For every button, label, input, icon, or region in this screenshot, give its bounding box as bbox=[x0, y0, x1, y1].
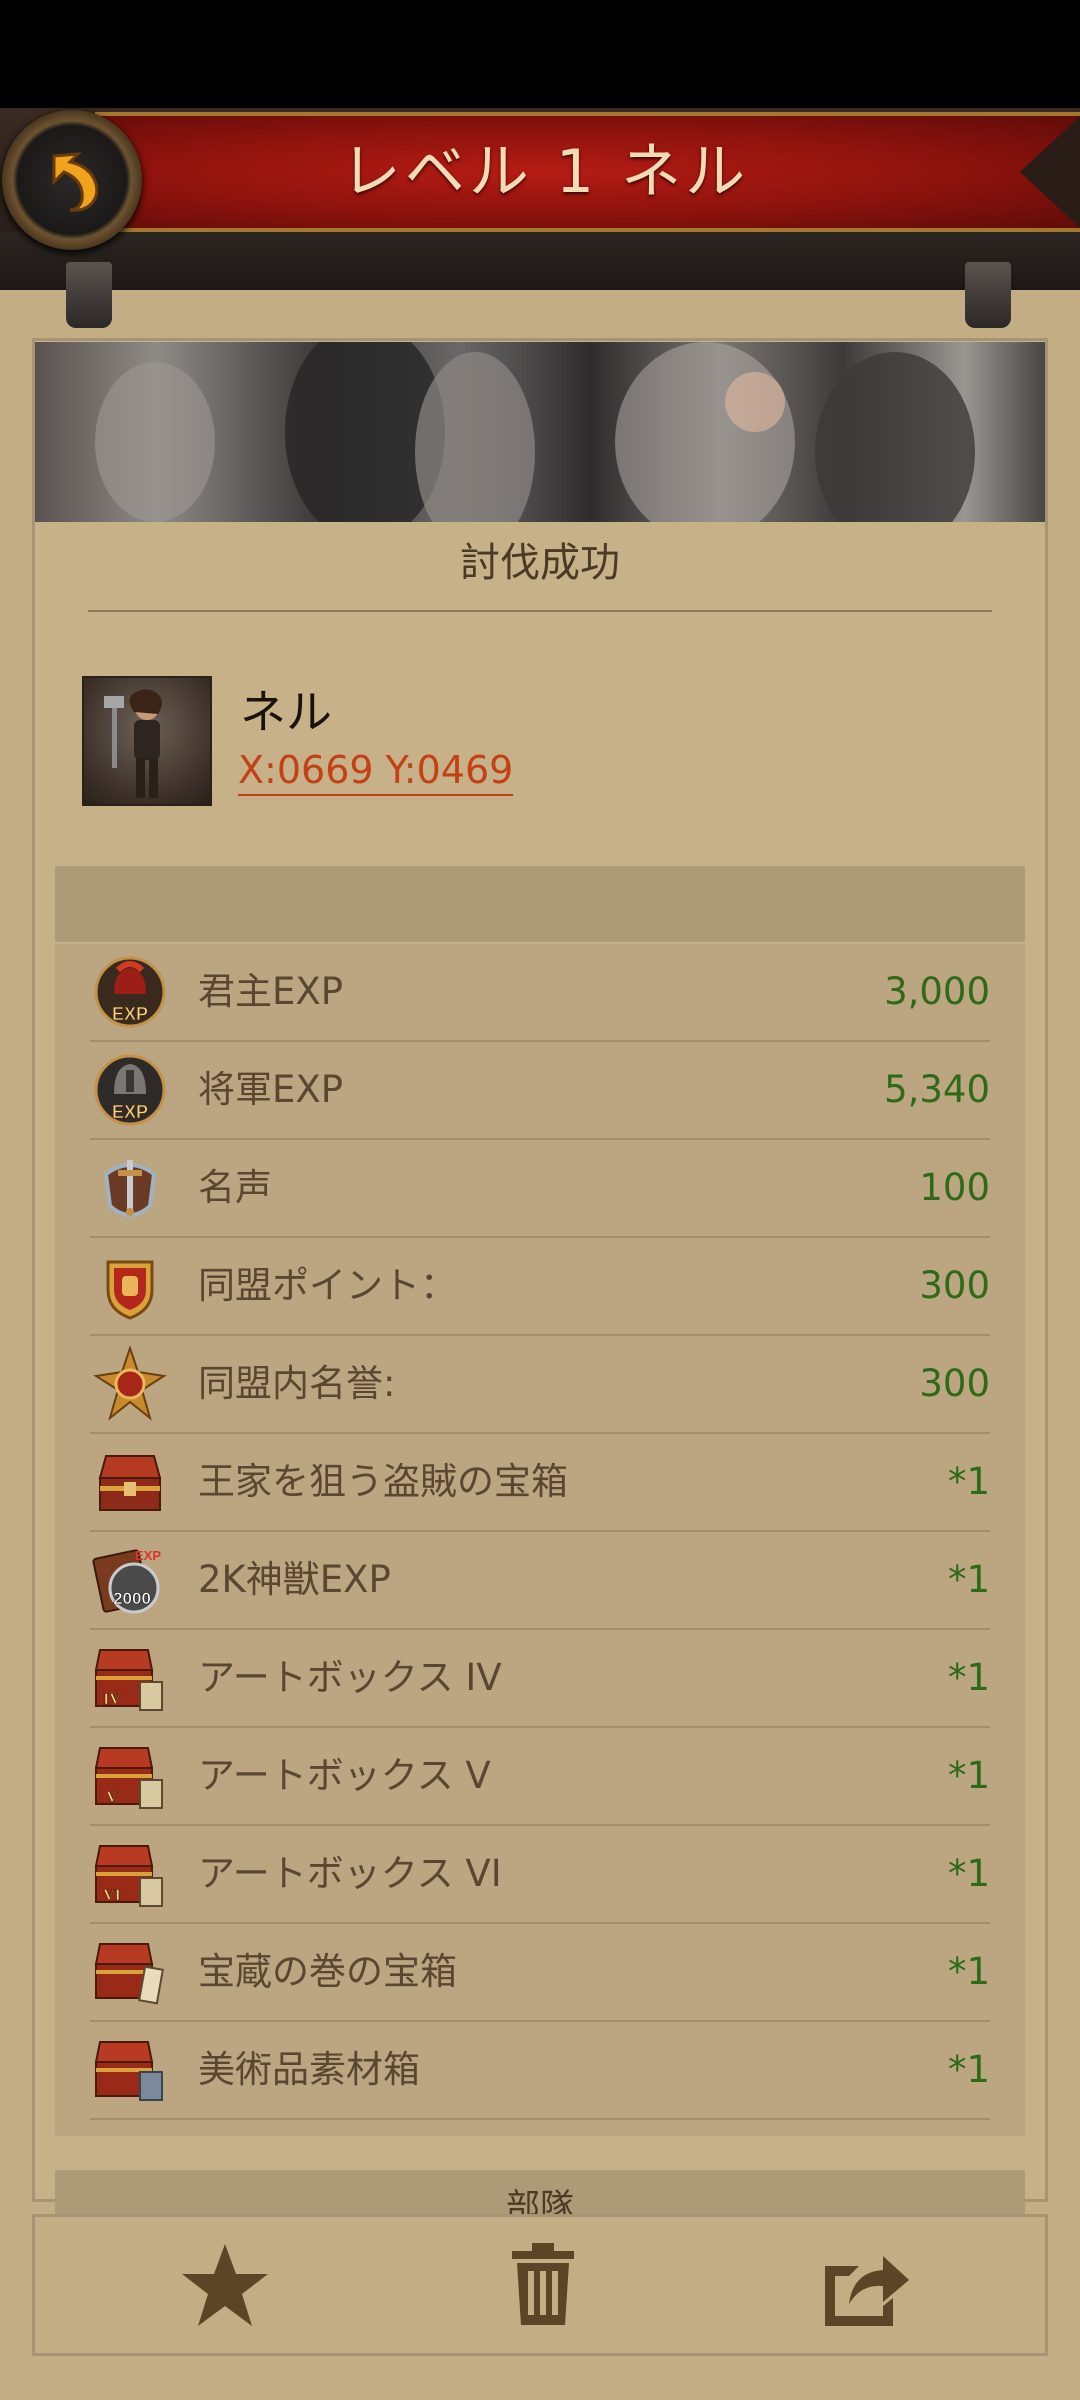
reward-value: 5,340 bbox=[884, 1068, 990, 1111]
reward-label: 同盟内名誉: bbox=[198, 1362, 396, 1405]
beast-badge-text: 2000 bbox=[113, 1589, 151, 1608]
reward-row: IV アートボックス IV *1 bbox=[90, 1630, 990, 1728]
warrior-portrait-icon bbox=[104, 689, 162, 798]
fame-icon bbox=[103, 1160, 157, 1217]
alliance-point-icon bbox=[106, 1260, 154, 1320]
reward-label: 2K神獣EXP bbox=[198, 1558, 391, 1601]
art-box-iv-icon: IV bbox=[94, 1649, 163, 1711]
page-title: レベル 1 ネル bbox=[340, 137, 750, 207]
exp-badge-text: EXP bbox=[135, 1548, 161, 1563]
reward-label: 宝蔵の巻の宝箱 bbox=[198, 1950, 457, 1993]
target-coordinates-link[interactable]: X:0669 Y:0469 bbox=[238, 748, 514, 796]
lord-exp-icon: EXP bbox=[94, 956, 166, 1028]
share-button[interactable] bbox=[795, 2217, 935, 2353]
troops-section-header: 部隊 bbox=[55, 2170, 1025, 2214]
reward-value: *1 bbox=[947, 2048, 990, 2091]
reward-row: 同盟内名誉: 300 bbox=[90, 1336, 990, 1434]
reward-label: 同盟ポイント： bbox=[198, 1264, 457, 1307]
reward-row: EXP 2000 2K神獣EXP *1 bbox=[90, 1532, 990, 1630]
back-arrow-icon bbox=[52, 152, 99, 212]
roman-numeral-badge: VI bbox=[103, 1887, 121, 1904]
reward-label: 将軍EXP bbox=[198, 1068, 344, 1111]
favorite-button[interactable] bbox=[155, 2217, 295, 2353]
report-footer-toolbar bbox=[32, 2214, 1048, 2356]
reward-label: 美術品素材箱 bbox=[198, 2048, 420, 2091]
reward-row: EXP 将軍EXP 5,340 bbox=[90, 1042, 990, 1140]
reward-value: *1 bbox=[947, 1852, 990, 1895]
art-box-v-icon: V bbox=[94, 1747, 163, 1809]
reward-label: 名声 bbox=[198, 1166, 272, 1209]
reward-value: *1 bbox=[947, 1754, 990, 1797]
status-bar bbox=[0, 0, 1080, 108]
reward-row: 宝蔵の巻の宝箱 *1 bbox=[90, 1924, 990, 2022]
beast-exp-2000-icon: EXP 2000 bbox=[92, 1548, 161, 1614]
report-subtitle: 討伐成功 bbox=[460, 540, 620, 586]
reward-row: V アートボックス V *1 bbox=[90, 1728, 990, 1826]
reward-label: 王家を狙う盗賊の宝箱 bbox=[198, 1460, 568, 1503]
roman-numeral-badge: IV bbox=[103, 1691, 121, 1708]
bandit-chest-icon bbox=[98, 1455, 162, 1511]
trash-icon bbox=[512, 2243, 574, 2325]
art-material-box-icon bbox=[94, 2041, 163, 2101]
reward-label: アートボックス VI bbox=[198, 1852, 502, 1895]
reward-value: 100 bbox=[919, 1166, 990, 1209]
rewards-list: EXP 君主EXP 3,000 EXP 将軍EXP 5,340 名声 100 同 bbox=[55, 944, 1025, 2136]
battle-banner-image bbox=[35, 342, 1045, 522]
reward-row: 王家を狙う盗賊の宝箱 *1 bbox=[90, 1434, 990, 1532]
reward-row: 美術品素材箱 *1 bbox=[90, 2022, 990, 2120]
share-icon bbox=[825, 2256, 909, 2326]
treasure-scroll-chest-icon bbox=[94, 1943, 164, 2005]
reward-row: VI アートボックス VI *1 bbox=[90, 1826, 990, 1924]
delete-button[interactable] bbox=[473, 2217, 613, 2353]
reward-row: 同盟ポイント： 300 bbox=[90, 1238, 990, 1336]
reward-value: *1 bbox=[947, 1656, 990, 1699]
divider bbox=[88, 610, 992, 612]
rewards-section-header bbox=[55, 866, 1025, 942]
reward-label: アートボックス V bbox=[198, 1754, 491, 1797]
hanging-hook-right bbox=[965, 262, 1011, 328]
target-name: ネル bbox=[240, 685, 332, 739]
reward-value: 300 bbox=[919, 1362, 990, 1405]
reward-row: 名声 100 bbox=[90, 1140, 990, 1238]
reward-value: 300 bbox=[919, 1264, 990, 1307]
reward-label: 君主EXP bbox=[198, 970, 344, 1013]
reward-value: *1 bbox=[947, 1950, 990, 1993]
alliance-honor-icon bbox=[93, 1346, 167, 1421]
general-exp-icon: EXP bbox=[94, 1054, 166, 1126]
header-metal-bar bbox=[0, 232, 1080, 290]
reward-value: 3,000 bbox=[884, 970, 990, 1013]
reward-row: EXP 君主EXP 3,000 bbox=[90, 944, 990, 1042]
reward-value: *1 bbox=[947, 1460, 990, 1503]
roman-numeral-badge: V bbox=[106, 1789, 118, 1806]
art-box-vi-icon: VI bbox=[94, 1845, 163, 1907]
troops-section-label: 部隊 bbox=[506, 2187, 574, 2214]
target-avatar[interactable] bbox=[82, 676, 212, 806]
reward-label: アートボックス IV bbox=[198, 1656, 502, 1699]
star-icon bbox=[182, 2244, 268, 2326]
back-button[interactable] bbox=[2, 110, 142, 250]
exp-badge-text: EXP bbox=[112, 1004, 148, 1024]
exp-badge-text: EXP bbox=[112, 1102, 148, 1122]
reward-value: *1 bbox=[947, 1558, 990, 1601]
hanging-hook-left bbox=[66, 262, 112, 328]
